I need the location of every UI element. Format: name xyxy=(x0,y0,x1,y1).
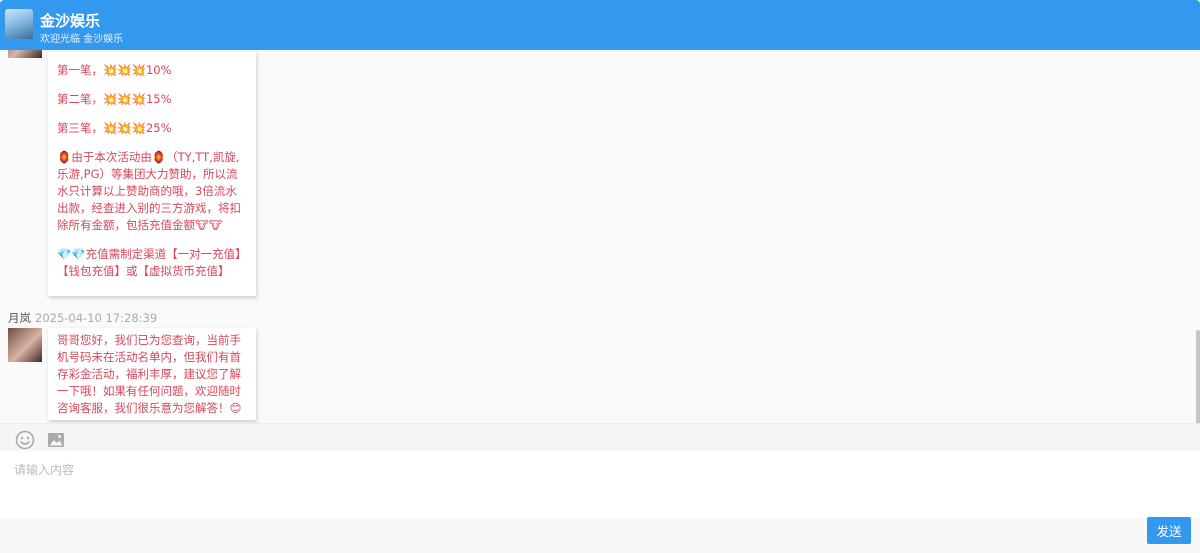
message-line: 第三笔，💥💥💥25% xyxy=(57,121,172,135)
input-footer: 发送 xyxy=(0,517,1200,553)
agent-avatar xyxy=(8,328,42,362)
agent-avatar xyxy=(8,50,42,58)
message-bubble: 第一笔，💥💥💥10% 第二笔，💥💥💥15% 第三笔，💥💥💥25% 🏮由于本次活动… xyxy=(48,52,256,296)
chat-header: 金沙娱乐 欢迎光临 金沙娱乐 xyxy=(0,0,1200,50)
smiley-face-icon[interactable] xyxy=(15,430,35,450)
message-line: 第一笔，💥💥💥10% xyxy=(57,63,172,77)
message-line: 🏮由于本次活动由🏮（TY,TT,凯旋,乐游,PG）等集团大力赞助，所以流水只计算… xyxy=(57,150,241,232)
brand-logo xyxy=(5,9,33,39)
header-subtitle: 欢迎光临 金沙娱乐 xyxy=(40,34,124,45)
message-input[interactable] xyxy=(0,451,1200,518)
message-meta: 月岚 2025-04-10 17:28:39 xyxy=(8,310,157,326)
image-icon[interactable] xyxy=(46,430,66,450)
message-bubble: 哥哥您好，我们已为您查询，当前手机号码未在活动名单内，但我们有首存彩金活动，福利… xyxy=(48,328,256,420)
scrollbar-thumb[interactable] xyxy=(1196,330,1200,423)
message-list[interactable]: 第一笔，💥💥💥10% 第二笔，💥💥💥15% 第三笔，💥💥💥25% 🏮由于本次活动… xyxy=(0,50,1200,423)
input-toolbar xyxy=(0,423,1200,451)
message-line: 第二笔，💥💥💥15% xyxy=(57,92,172,106)
header-title: 金沙娱乐 xyxy=(40,12,101,30)
sender-name: 月岚 xyxy=(8,311,31,325)
message-timestamp: 2025-04-10 17:28:39 xyxy=(35,311,158,325)
send-button[interactable]: 发送 xyxy=(1147,517,1191,544)
message-line: 💎💎充值需制定渠道【一对一充值】【钱包充值】或【虚拟货币充值】 xyxy=(57,247,247,278)
message-line: 哥哥您好，我们已为您查询，当前手机号码未在活动名单内，但我们有首存彩金活动，福利… xyxy=(57,333,242,415)
